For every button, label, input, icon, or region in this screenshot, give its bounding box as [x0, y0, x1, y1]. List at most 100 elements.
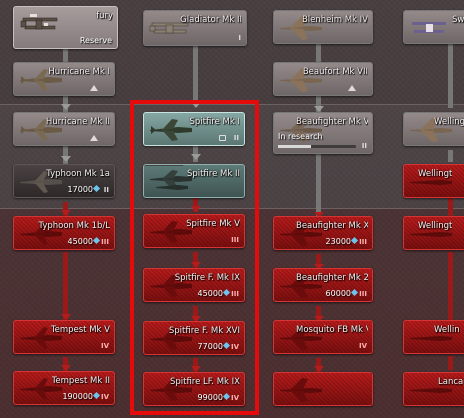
rank-label: III [231, 290, 239, 298]
vehicle-name: Typhoon Mk 1b/L [38, 221, 110, 231]
research-point-icon [222, 392, 231, 401]
cost-value: 99000 [197, 393, 223, 402]
arrow-icon [191, 154, 201, 160]
rank-label: III [101, 238, 109, 246]
vehicle-card-blenheim[interactable]: Blenheim Mk IV [273, 10, 373, 44]
cost-value: 77000 [197, 342, 223, 351]
connector [448, 356, 453, 370]
rank-label: IV [100, 342, 109, 350]
rank-triangle-icon [90, 135, 98, 141]
rank-label: IV [230, 343, 239, 351]
vehicle-card-gladiator[interactable]: Gladiator Mk II I [143, 10, 247, 46]
vehicle-name: Tempest Mk V [50, 325, 110, 335]
vehicle-card-spitfire-lf9[interactable]: Spitfire LF. Mk IX 99000 IV [143, 372, 245, 406]
research-cost: 23000 [325, 236, 359, 246]
research-point-icon [92, 391, 101, 400]
vehicle-card-beaufighter-21[interactable]: Beaufighter Mk 21 60000 III [273, 268, 373, 302]
vehicle-card-lancaster[interactable]: Lanca [403, 372, 464, 406]
rank-label: III [231, 236, 239, 244]
vehicle-card-swordfish[interactable]: Swor [403, 10, 464, 44]
vehicle-name: Beaufighter Mk 21 [296, 273, 368, 283]
biplane-icon [20, 14, 58, 30]
connector [63, 252, 68, 320]
research-cost: 190000 [62, 391, 101, 401]
vehicle-card-beaufort[interactable]: Beaufort Mk VII [273, 62, 373, 96]
research-cost: 45000 [67, 236, 101, 246]
vehicle-card-spitfire-mk16[interactable]: Spitfire F. Mk XVI 77000 IV [143, 321, 245, 355]
vehicle-name: Spitfire F. Mk XVI [168, 326, 240, 336]
vehicle-name: Swor [452, 15, 464, 25]
rank-label: IV [358, 342, 367, 350]
vehicle-card-tempest-mk5[interactable]: Tempest Mk V IV [13, 320, 115, 354]
vehicle-name: Spitfire F. Mk IX [174, 273, 240, 283]
cost-value: 190000 [62, 392, 93, 401]
rank-label: I [238, 34, 241, 42]
rank-triangle-icon [90, 85, 98, 91]
research-progress-fill [278, 145, 311, 148]
vehicle-card-typhoon-1a[interactable]: Typhoon Mk 1a 17000 II [13, 164, 115, 198]
fighter-icon [150, 119, 192, 141]
connector [448, 196, 453, 216]
rank-triangle-icon [348, 85, 356, 91]
arrow-icon [191, 206, 201, 212]
vehicle-card-tempest-mk2[interactable]: Tempest Mk II 190000 IV [13, 371, 115, 405]
arrow-icon [61, 104, 71, 110]
vehicle-name: Lanca [438, 377, 464, 387]
research-cost: 77000 [197, 341, 231, 351]
research-point-icon [222, 288, 231, 297]
vehicle-name: Typhoon Mk 1a [46, 169, 110, 179]
cost-value: 60000 [325, 289, 351, 298]
vehicle-card-fury[interactable]: fury Reserve [13, 6, 118, 49]
vehicle-name: Wellingt [418, 169, 453, 179]
vehicle-card-spitfire-mk5[interactable]: Spitfire Mk V III [143, 214, 245, 248]
vehicle-name: Gladiator Mk II [180, 15, 242, 25]
research-cost: 99000 [197, 392, 231, 402]
arrow-icon [61, 156, 71, 162]
vehicle-card-spitfire-mk1[interactable]: Spitfire Mk I II [143, 112, 245, 146]
vehicle-name: Beaufighter Mk VIc [296, 117, 368, 127]
vehicle-card-typhoon-1b[interactable]: Typhoon Mk 1b/L 45000 III [13, 216, 115, 250]
folder-tab [144, 165, 184, 166]
vehicle-name: fury [96, 11, 113, 21]
vehicle-card-beaufighter-last[interactable] [273, 372, 373, 406]
cost-value: 45000 [67, 237, 93, 246]
research-progress-bar [278, 145, 356, 148]
rank-label: II [103, 186, 109, 194]
connector [63, 48, 68, 62]
research-point-icon [350, 288, 359, 297]
cost-value: 23000 [325, 237, 351, 246]
connector [448, 150, 453, 162]
connector [316, 152, 321, 216]
research-point-icon [350, 236, 359, 245]
vehicle-name: Beaufort Mk VII [302, 67, 368, 77]
vehicle-card-beaufighter-vic[interactable]: Beaufighter Mk VIc In research II [273, 112, 373, 154]
vehicle-card-spitfire-mk2[interactable]: Spitfire Mk II [143, 164, 245, 198]
vehicle-card-hurricane-mk1[interactable]: Hurricane Mk I [13, 62, 115, 96]
rank-label: II [233, 134, 239, 142]
vehicle-name: Blenheim Mk IV [301, 15, 368, 25]
vehicle-name: Spitfire LF. Mk IX [169, 377, 240, 387]
vehicle-name: Wellin [434, 325, 460, 335]
tech-tree: fury Reserve Hurricane Mk I Hurricane Mk… [0, 0, 464, 418]
vehicle-card-wellington-1[interactable]: Welling [403, 112, 464, 146]
vehicle-name: Beaufighter Mk X [296, 221, 368, 231]
vehicle-card-wellington-2[interactable]: Wellingt [403, 164, 464, 198]
cost-value: 45000 [197, 289, 223, 298]
vehicle-name: Spitfire Mk V [186, 219, 240, 229]
vehicle-card-hurricane-mk2[interactable]: Hurricane Mk II [13, 112, 115, 146]
vehicle-card-wellington-3[interactable]: Wellingt [403, 216, 464, 250]
biplane-icon [412, 22, 446, 33]
rank-label: III [359, 290, 367, 298]
arrow-icon [191, 102, 201, 108]
vehicle-name: Spitfire Mk II [186, 169, 240, 179]
connector [448, 252, 453, 320]
vehicle-card-beaufighter-x[interactable]: Beaufighter Mk X 23000 III [273, 216, 373, 250]
reserve-label: Reserve [79, 36, 112, 45]
rank-label: II [361, 142, 367, 150]
research-cost: 45000 [197, 288, 231, 298]
rank-label: IV [230, 394, 239, 402]
rank-label: IV [100, 393, 109, 401]
vehicle-card-mosquito[interactable]: Mosquito FB Mk VI IV [273, 320, 373, 354]
vehicle-card-wellington-4[interactable]: Wellin [403, 320, 464, 354]
vehicle-card-spitfire-mk9[interactable]: Spitfire F. Mk IX 45000 III [143, 268, 245, 302]
